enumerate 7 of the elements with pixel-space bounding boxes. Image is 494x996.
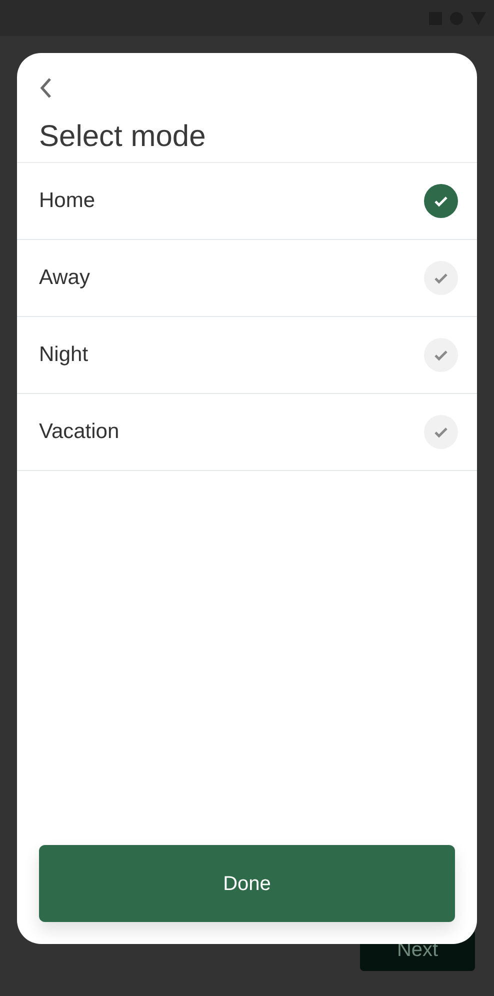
mode-option[interactable]: Away bbox=[17, 240, 477, 317]
mode-option[interactable]: Home bbox=[17, 163, 477, 240]
mode-option[interactable]: Night bbox=[17, 317, 477, 394]
done-button[interactable]: Done bbox=[39, 845, 455, 922]
mode-option[interactable]: Vacation bbox=[17, 394, 477, 471]
back-icon[interactable] bbox=[39, 77, 53, 99]
sheet-title: Select mode bbox=[38, 119, 207, 155]
